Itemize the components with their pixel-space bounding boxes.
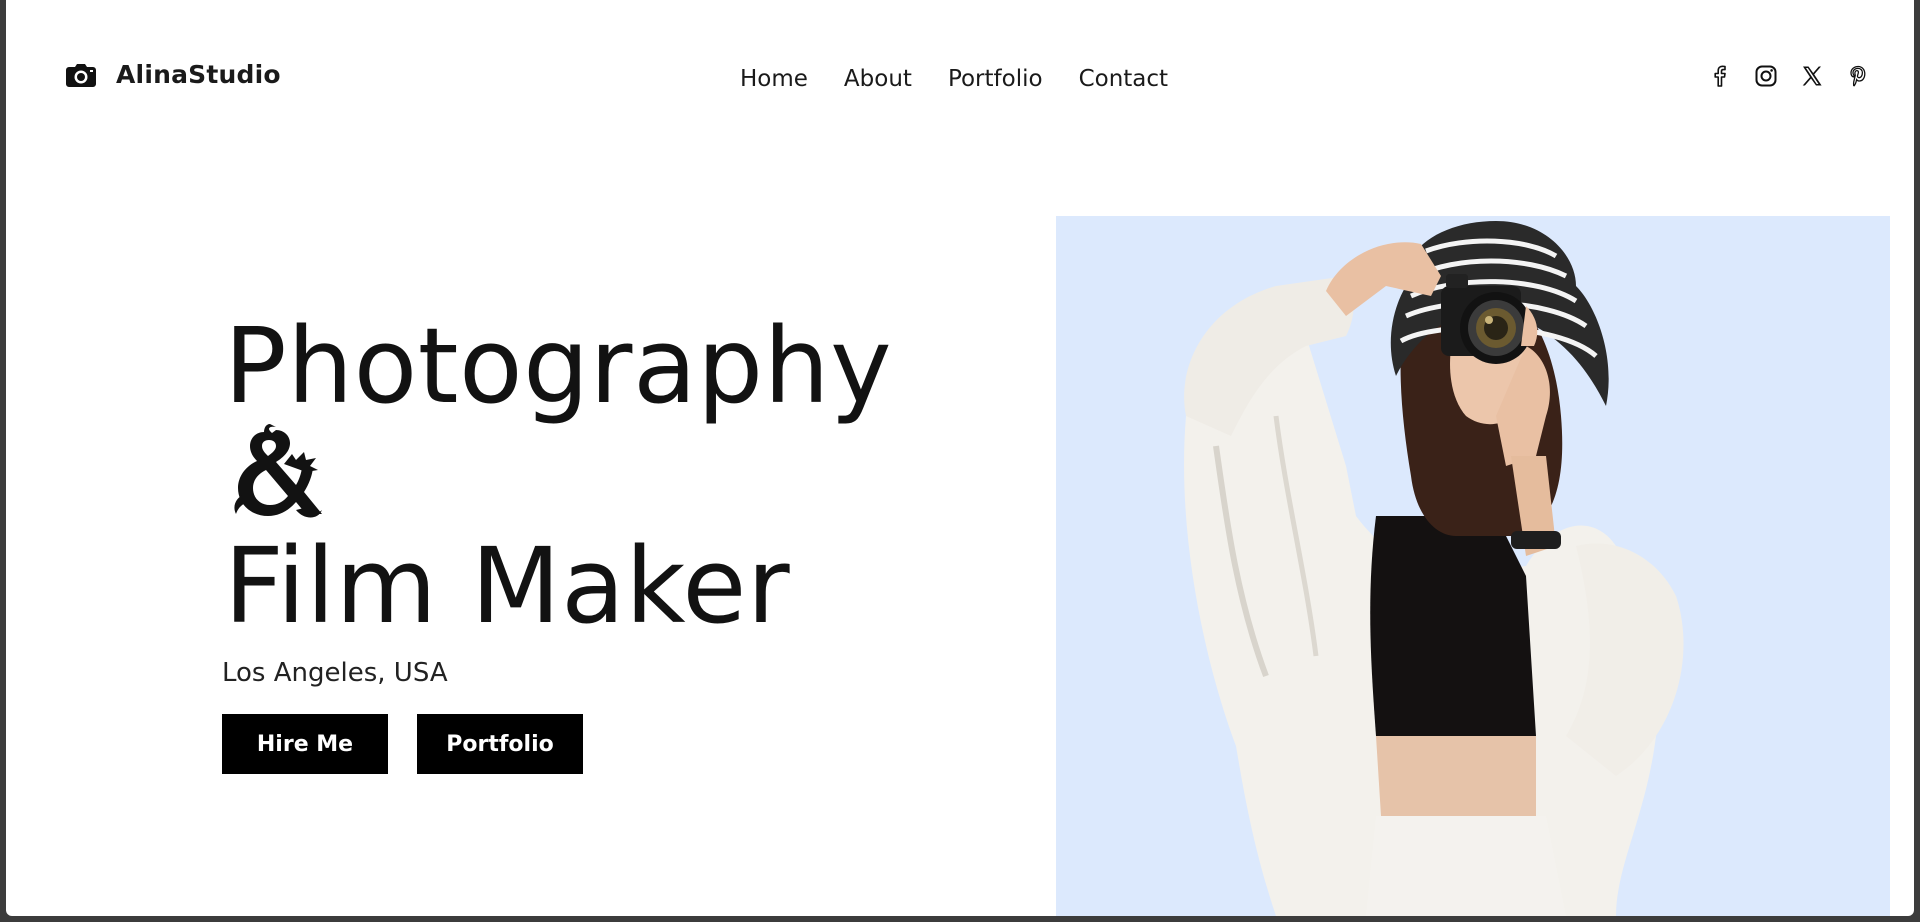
nav-portfolio[interactable]: Portfolio	[948, 66, 1043, 92]
social-links	[1708, 64, 1870, 88]
page-frame: AlinaStudio Home About Portfolio Contact…	[6, 0, 1914, 916]
nav-about[interactable]: About	[844, 66, 912, 92]
main-nav: Home About Portfolio Contact	[740, 66, 1168, 92]
location-text: Los Angeles, USA	[222, 658, 448, 688]
nav-home[interactable]: Home	[740, 66, 808, 92]
portfolio-button[interactable]: Portfolio	[417, 714, 583, 774]
instagram-icon[interactable]	[1754, 64, 1778, 88]
ampersand-dragon-icon	[226, 424, 326, 524]
camera-icon	[66, 63, 96, 87]
brand-name: AlinaStudio	[116, 60, 281, 89]
facebook-icon[interactable]	[1708, 64, 1732, 88]
hero-title-line3: Film Maker	[224, 525, 791, 647]
pinterest-icon[interactable]	[1846, 64, 1870, 88]
nav-contact[interactable]: Contact	[1079, 66, 1168, 92]
hero-title-line1: Photography	[224, 305, 893, 427]
hero-photo	[1056, 216, 1890, 916]
x-icon[interactable]	[1800, 64, 1824, 88]
hire-me-button[interactable]: Hire Me	[222, 714, 388, 774]
brand-logo[interactable]: AlinaStudio	[66, 60, 281, 89]
